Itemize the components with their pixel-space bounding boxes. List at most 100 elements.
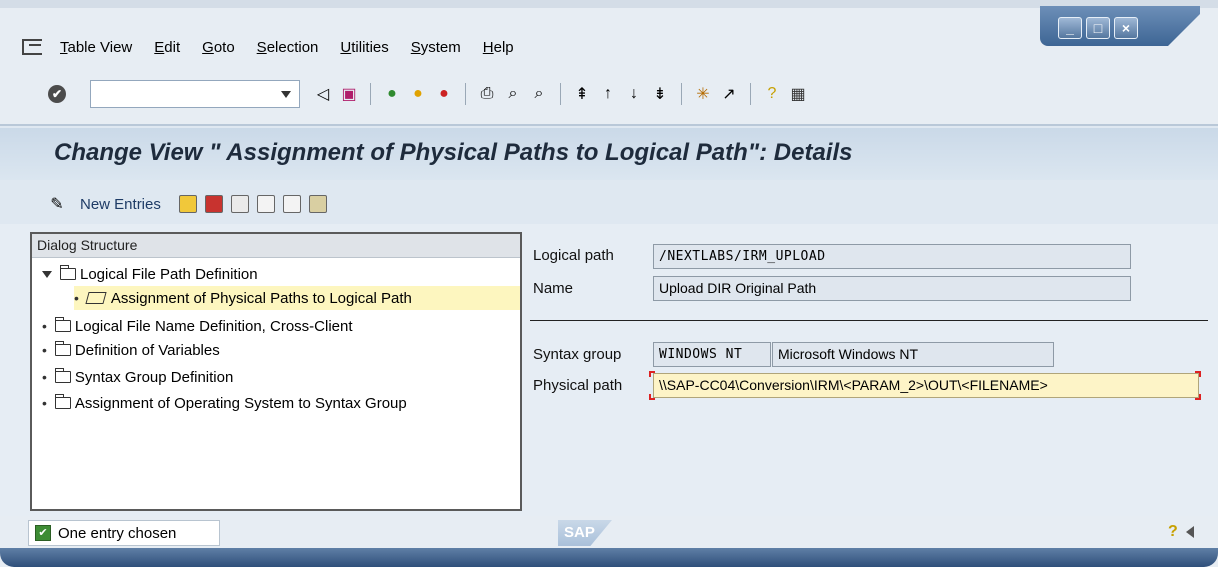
menu-exit-icon[interactable] — [22, 39, 42, 55]
next-page-icon[interactable]: ↓ — [624, 84, 644, 104]
required-marker — [1195, 394, 1201, 400]
logical-path-field: /NEXTLABS/IRM_UPLOAD — [653, 244, 1131, 269]
divider — [530, 320, 1208, 321]
bullet-icon: • — [42, 318, 47, 334]
menu-edit[interactable]: Edit — [154, 39, 180, 56]
new-entries-button[interactable]: New Entries — [80, 196, 161, 213]
menu-selection[interactable]: Selection — [257, 39, 319, 56]
tree-item-label: Logical File Path Definition — [80, 265, 258, 283]
status-bar: ✔ One entry chosen SAP ? — [0, 518, 1218, 548]
bullet-icon: • — [42, 342, 47, 358]
separator — [681, 83, 682, 105]
tree-item-label: Definition of Variables — [74, 341, 220, 359]
tree-item-label: Logical File Name Definition, Cross-Clie… — [74, 317, 353, 335]
maximize-button[interactable]: □ — [1086, 17, 1110, 39]
tree-item-logical-file-name-definition[interactable]: • Logical File Name Definition, Cross-Cl… — [42, 314, 353, 338]
separator — [560, 83, 561, 105]
folder-icon — [54, 394, 71, 409]
copy-as-icon[interactable] — [178, 195, 197, 213]
window-controls: _ □ × — [1040, 6, 1200, 46]
help-icon[interactable]: ? — [762, 84, 782, 104]
last-page-icon[interactable]: ⇟ — [650, 84, 670, 104]
status-message[interactable]: ✔ One entry chosen — [28, 520, 220, 546]
syntax-group-label: Syntax group — [533, 346, 622, 363]
tree-item-assignment-physical-paths[interactable]: • Assignment of Physical Paths to Logica… — [74, 286, 520, 310]
logical-path-label: Logical path — [533, 247, 614, 264]
window-bottom-border — [0, 548, 1218, 567]
tree-item-syntax-group-definition[interactable]: • Syntax Group Definition — [42, 365, 233, 389]
command-field[interactable] — [90, 80, 300, 108]
dialog-structure-header: Dialog Structure — [32, 234, 520, 258]
status-message-text: One entry chosen — [58, 524, 177, 542]
find-icon[interactable]: ⌕ — [503, 84, 523, 104]
separator — [750, 83, 751, 105]
bullet-icon: • — [42, 395, 47, 411]
menu-system[interactable]: System — [411, 39, 461, 56]
tree-item-label: Syntax Group Definition — [74, 368, 234, 386]
required-marker — [1195, 371, 1201, 377]
close-button[interactable]: × — [1114, 17, 1138, 39]
exit-icon[interactable]: ● — [408, 84, 428, 104]
layout-menu-icon[interactable]: ▦ — [788, 84, 808, 104]
enter-check-icon[interactable]: ✔ — [48, 85, 66, 103]
sap-window: _ □ × Table View Edit Goto Selection Uti… — [0, 0, 1218, 567]
folder-icon — [60, 265, 76, 280]
screen-title-bar: Change View " Assignment of Physical Pat… — [0, 128, 1218, 180]
folder-icon — [54, 317, 71, 332]
undo-change-icon[interactable] — [230, 195, 249, 213]
delete-icon[interactable] — [204, 195, 223, 213]
folder-icon — [54, 341, 71, 356]
folder-icon — [54, 368, 71, 383]
help-icon[interactable]: ? — [1168, 523, 1178, 541]
tree-item-logical-file-path-definition[interactable]: Logical File Path Definition — [42, 262, 258, 286]
application-toolbar: ✎ New Entries — [44, 190, 331, 218]
chevron-down-icon[interactable] — [281, 91, 291, 98]
separator — [370, 83, 371, 105]
create-session-icon[interactable]: ✳ — [693, 84, 713, 104]
required-marker — [649, 371, 655, 377]
menu-bar: Table View Edit Goto Selection Utilities… — [0, 28, 1040, 66]
separator — [465, 83, 466, 105]
status-collapse-arrow-icon[interactable] — [1186, 526, 1194, 538]
menu-table-view[interactable]: Table View — [60, 39, 132, 56]
back-icon[interactable]: ● — [382, 84, 402, 104]
first-page-icon[interactable]: ⇞ — [572, 84, 592, 104]
physical-path-label: Physical path — [533, 377, 623, 394]
standard-toolbar: ✔ ◁ ▣ ● ● ● ⎙ ⌕ ⌕ ⇞ ↑ ↓ ⇟ ✳ ↗ ? ▦ — [0, 72, 1218, 116]
menu-goto[interactable]: Goto — [202, 39, 235, 56]
variant-icon[interactable] — [308, 195, 327, 213]
bullet-icon: • — [42, 369, 47, 385]
tree-item-label: Assignment of Physical Paths to Logical … — [110, 289, 412, 307]
tree-item-definition-of-variables[interactable]: • Definition of Variables — [42, 338, 220, 362]
dialog-structure-panel: Dialog Structure Logical File Path Defin… — [30, 232, 522, 511]
menu-help[interactable]: Help — [483, 39, 514, 56]
back-arrow-icon[interactable]: ◁ — [313, 84, 333, 104]
title-area: Change View " Assignment of Physical Pat… — [0, 124, 1218, 224]
next-entry-icon[interactable] — [282, 195, 301, 213]
title-bar — [0, 0, 1218, 8]
menu-utilities[interactable]: Utilities — [340, 39, 388, 56]
name-field: Upload DIR Original Path — [653, 276, 1131, 301]
print-icon[interactable]: ⎙ — [477, 84, 497, 104]
previous-entry-icon[interactable] — [256, 195, 275, 213]
minimize-button[interactable]: _ — [1058, 17, 1082, 39]
shortcut-icon[interactable]: ↗ — [719, 84, 739, 104]
tree-item-assignment-os-syntax-group[interactable]: • Assignment of Operating System to Synt… — [42, 391, 407, 415]
save-icon[interactable]: ▣ — [339, 84, 359, 104]
cancel-icon[interactable]: ● — [434, 84, 454, 104]
syntax-group-text-field: Microsoft Windows NT — [772, 342, 1054, 367]
find-next-icon[interactable]: ⌕ — [529, 84, 549, 104]
bullet-icon: • — [74, 290, 79, 306]
tree-item-label: Assignment of Operating System to Syntax… — [74, 394, 407, 412]
open-folder-icon — [85, 292, 107, 304]
previous-page-icon[interactable]: ↑ — [598, 84, 618, 104]
main-area: Dialog Structure Logical File Path Defin… — [0, 224, 1218, 516]
required-marker — [649, 394, 655, 400]
success-check-icon: ✔ — [35, 525, 51, 541]
expand-triangle-icon[interactable] — [42, 270, 52, 278]
display-change-icon[interactable]: ✎ — [47, 194, 67, 214]
syntax-group-code-field: WINDOWS NT — [653, 342, 771, 367]
page-title: Change View " Assignment of Physical Pat… — [54, 139, 853, 166]
physical-path-input[interactable]: \\SAP-CC04\Conversion\IRM\<PARAM_2>\OUT\… — [653, 373, 1199, 398]
sap-logo: SAP — [558, 520, 612, 546]
